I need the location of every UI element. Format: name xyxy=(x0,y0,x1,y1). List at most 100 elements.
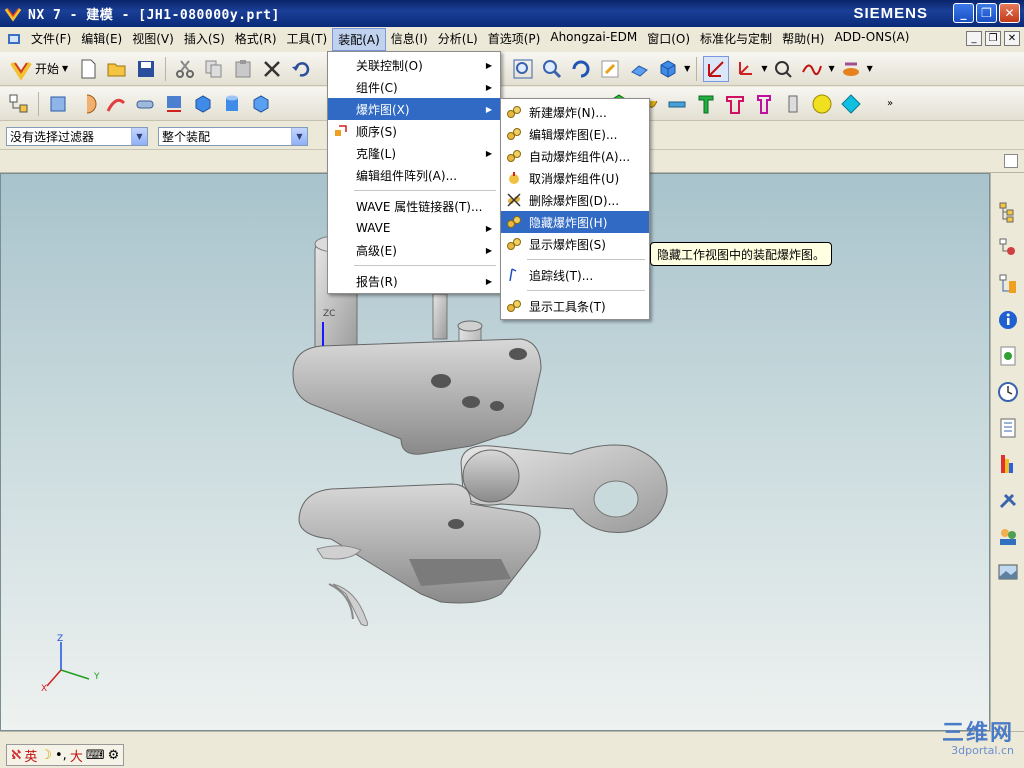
assembly-scope-dropdown[interactable]: 整个装配 ▼ xyxy=(158,126,308,146)
ime-logo-icon[interactable]: ℵ xyxy=(11,748,21,763)
menu-1[interactable]: 编辑(E) xyxy=(76,28,127,51)
exploded-submenu-item-8[interactable]: 显示工具条(T) xyxy=(501,295,649,317)
toggle-panel-button[interactable] xyxy=(1004,154,1018,168)
rotate-button[interactable] xyxy=(568,56,594,82)
exploded-submenu-item-6[interactable]: 显示爆炸图(S) xyxy=(501,233,649,255)
exploded-submenu-item-0[interactable]: 新建爆炸(N)... xyxy=(501,101,649,123)
roles-tab[interactable] xyxy=(995,521,1021,551)
block-button[interactable] xyxy=(190,91,216,117)
new-file-button[interactable] xyxy=(75,56,101,82)
assembly-menu-item-8[interactable]: 高级(E) ▶ xyxy=(328,239,500,261)
doc-close-button[interactable]: ✕ xyxy=(1004,31,1020,46)
menu-11[interactable]: 窗口(O) xyxy=(642,28,695,51)
save-button[interactable] xyxy=(133,56,159,82)
chevron-down-icon[interactable]: ▼ xyxy=(761,64,767,73)
assembly-menu-item-7[interactable]: WAVE ▶ xyxy=(328,217,500,239)
menu-8[interactable]: 分析(L) xyxy=(433,28,483,51)
assembly-menu-item-0[interactable]: 关联控制(O) ▶ xyxy=(328,54,500,76)
menu-14[interactable]: ADD-ONS(A) xyxy=(829,28,914,51)
delete-button[interactable] xyxy=(259,56,285,82)
visualization-tab[interactable] xyxy=(995,449,1021,479)
menu-4[interactable]: 格式(R) xyxy=(230,28,282,51)
assembly-menu-item-1[interactable]: 组件(C) ▶ xyxy=(328,76,500,98)
revolve-button[interactable] xyxy=(74,91,100,117)
sweep-button[interactable] xyxy=(103,91,129,117)
snap-button[interactable] xyxy=(770,56,796,82)
box-button[interactable] xyxy=(248,91,274,117)
assembly-navigator-button[interactable] xyxy=(6,91,32,117)
constraint-navigator-tab[interactable] xyxy=(995,233,1021,263)
assembly-menu-item-3[interactable]: 顺序(S) xyxy=(328,120,500,142)
assembly-menu-item-5[interactable]: 编辑组件阵列(A)... xyxy=(328,164,500,186)
chevron-right-icon[interactable]: » xyxy=(887,98,893,109)
assembly-menu-item-4[interactable]: 克隆(L) ▶ xyxy=(328,142,500,164)
menu-6[interactable]: 装配(A) xyxy=(332,27,386,51)
punctuation-icon[interactable]: •, xyxy=(55,748,67,763)
close-button[interactable]: ✕ xyxy=(999,3,1020,23)
doc-restore-button[interactable]: ❐ xyxy=(985,31,1001,46)
zoom-button[interactable] xyxy=(510,56,536,82)
pan-button[interactable] xyxy=(597,56,623,82)
menu-3[interactable]: 插入(S) xyxy=(179,28,230,51)
selection-filter-dropdown[interactable]: 没有选择过滤器 ▼ xyxy=(6,126,148,146)
chevron-down-icon[interactable]: ▼ xyxy=(828,64,834,73)
spacer-button[interactable] xyxy=(780,91,806,117)
csys-button[interactable] xyxy=(732,56,758,82)
exploded-submenu-item-5[interactable]: 隐藏爆炸图(H) xyxy=(501,211,649,233)
moon-icon[interactable]: ☽ xyxy=(40,748,52,763)
nx5-feature-button[interactable] xyxy=(161,91,187,117)
cut-button[interactable] xyxy=(172,56,198,82)
copy-button[interactable] xyxy=(201,56,227,82)
tube-button[interactable] xyxy=(132,91,158,117)
ime-toolbar[interactable]: ℵ 英 ☽ •, 大 ⌨ ⚙ xyxy=(6,744,125,766)
open-file-button[interactable] xyxy=(104,56,130,82)
exploded-submenu-item-4[interactable]: 删除爆炸图(D)... xyxy=(501,189,649,211)
ime-settings-icon[interactable]: ⚙ xyxy=(108,748,120,763)
exploded-submenu-item-2[interactable]: 自动爆炸组件(A)... xyxy=(501,145,649,167)
palette-tab[interactable] xyxy=(995,341,1021,371)
t-bolt-button[interactable] xyxy=(693,91,719,117)
ime-width-toggle[interactable]: 大 xyxy=(70,746,83,765)
chevron-down-icon[interactable]: ▼ xyxy=(684,64,690,73)
pin-button[interactable] xyxy=(751,91,777,117)
process-studio-tab[interactable] xyxy=(995,413,1021,443)
maximize-button[interactable]: ❐ xyxy=(976,3,997,23)
history-tab[interactable] xyxy=(995,377,1021,407)
menu-9[interactable]: 首选项(P) xyxy=(483,28,546,51)
system-scenes-tab[interactable] xyxy=(995,557,1021,587)
keyboard-icon[interactable]: ⌨ xyxy=(86,748,105,763)
assembly-menu-item-2[interactable]: 爆炸图(X) ▶ xyxy=(328,98,500,120)
zoom-in-button[interactable] xyxy=(539,56,565,82)
ime-language-toggle[interactable]: 英 xyxy=(24,746,37,765)
wcs-button[interactable] xyxy=(703,55,730,82)
fit-button[interactable] xyxy=(626,56,652,82)
sketch-button[interactable] xyxy=(838,56,864,82)
curve-button[interactable] xyxy=(799,56,825,82)
extrude-button[interactable] xyxy=(45,91,71,117)
render-style-button[interactable] xyxy=(655,56,681,82)
nx-app-icon[interactable] xyxy=(4,5,22,23)
assembly-menu-item-9[interactable]: 报告(R) ▶ xyxy=(328,270,500,292)
bolt-button[interactable] xyxy=(664,91,690,117)
exploded-submenu-item-3[interactable]: 取消爆炸组件(U) xyxy=(501,167,649,189)
menu-12[interactable]: 标准化与定制 xyxy=(695,28,777,51)
undo-button[interactable] xyxy=(288,56,314,82)
start-button[interactable]: 开始 ▼ xyxy=(6,56,72,82)
document-menu-icon[interactable] xyxy=(6,31,22,47)
exploded-submenu-item-7[interactable]: 追踪线(T)... xyxy=(501,264,649,286)
menu-10[interactable]: Ahongzai-EDM xyxy=(545,28,642,51)
cylinder-button[interactable] xyxy=(219,91,245,117)
info-tab[interactable] xyxy=(995,305,1021,335)
diamond-button[interactable] xyxy=(838,91,864,117)
paste-button[interactable] xyxy=(230,56,256,82)
knob-button[interactable] xyxy=(809,91,835,117)
menu-7[interactable]: 信息(I) xyxy=(386,28,433,51)
fixture-button[interactable] xyxy=(722,91,748,117)
doc-minimize-button[interactable]: _ xyxy=(966,31,982,46)
exploded-submenu-item-1[interactable]: 编辑爆炸图(E)... xyxy=(501,123,649,145)
part-navigator-tab[interactable] xyxy=(995,269,1021,299)
assembly-navigator-tab[interactable] xyxy=(995,197,1021,227)
menu-5[interactable]: 工具(T) xyxy=(282,28,333,51)
reuse-library-tab[interactable] xyxy=(995,485,1021,515)
chevron-down-icon[interactable]: ▼ xyxy=(867,64,873,73)
